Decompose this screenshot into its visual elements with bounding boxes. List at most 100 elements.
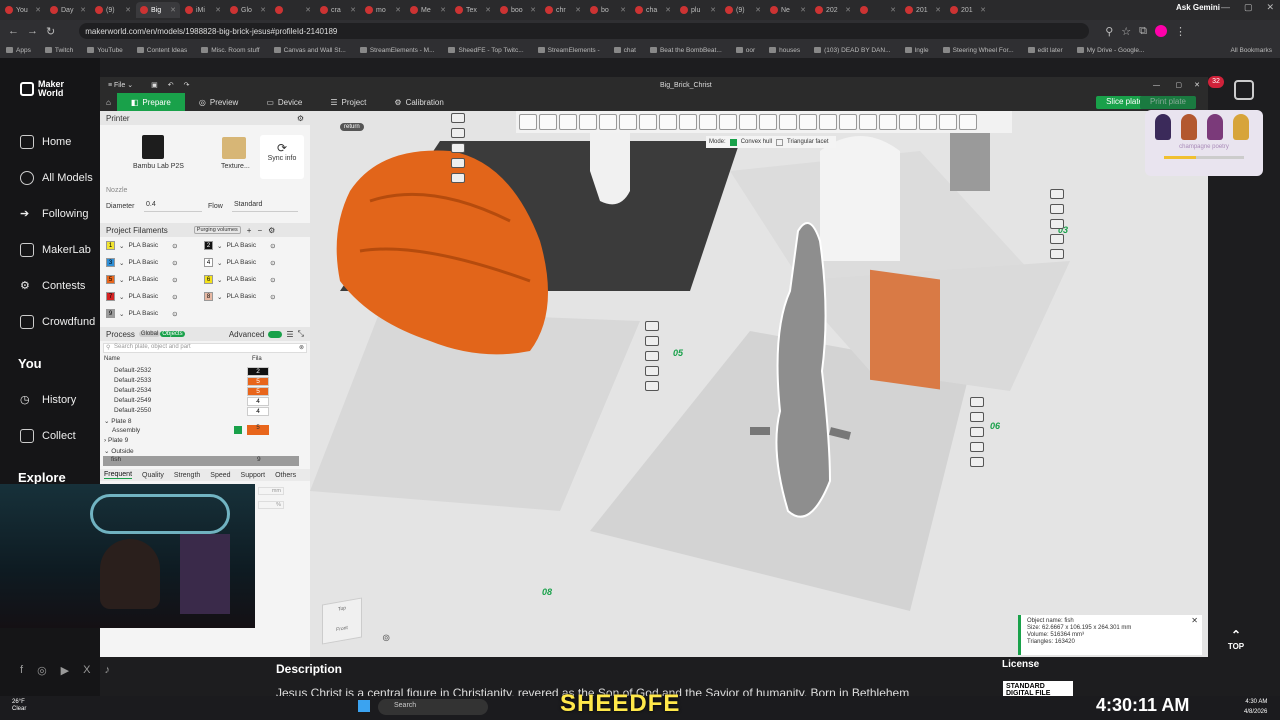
setting-field-mm[interactable]: mm: [258, 487, 284, 495]
filament-settings-icon[interactable]: ⊙: [172, 276, 177, 284]
back-to-top-button[interactable]: ⌃ TOP: [1222, 628, 1250, 656]
explode-icon[interactable]: [819, 114, 837, 130]
plate-action-icon[interactable]: [1050, 204, 1064, 214]
white-arch-object[interactable]: [820, 136, 900, 261]
plate-action-icon[interactable]: [970, 412, 984, 422]
tree-outside[interactable]: ⌄ Outside: [104, 447, 134, 455]
plate-action-icon[interactable]: [645, 351, 659, 361]
tab-device[interactable]: ▭ Device: [252, 93, 316, 111]
close-tab-icon[interactable]: ✕: [35, 6, 41, 14]
browser-tab[interactable]: Me ✕: [406, 2, 450, 18]
printer-image[interactable]: [142, 135, 164, 159]
browser-tab[interactable]: cra ✕: [316, 2, 360, 18]
tab-frequent[interactable]: Frequent: [104, 471, 133, 479]
close-tab-icon[interactable]: ✕: [485, 6, 491, 14]
browser-tab[interactable]: ✕: [856, 2, 900, 18]
bookmark-item[interactable]: My Drive - Google...: [1076, 47, 1144, 54]
browser-tab[interactable]: You ✕: [1, 2, 45, 18]
ruler-icon[interactable]: [939, 114, 957, 130]
weather-widget[interactable]: 26°F Clear: [12, 699, 26, 713]
tab-prepare[interactable]: ◧ Prepare: [116, 93, 185, 111]
close-tab-icon[interactable]: ✕: [980, 6, 986, 14]
filament-item[interactable]: 8 ⌄ PLA Basic ⊙: [204, 292, 276, 301]
object-row[interactable]: Default-2532 2: [114, 367, 294, 377]
assembly-icon[interactable]: [779, 114, 797, 130]
plate-action-icon[interactable]: [645, 366, 659, 376]
bookmark-item[interactable]: Twitch: [44, 47, 73, 54]
object-fila-swatch[interactable]: 5: [247, 387, 269, 396]
taskbar-search[interactable]: Search: [378, 699, 488, 715]
text-icon[interactable]: [759, 114, 777, 130]
object-fila-swatch[interactable]: 5: [247, 377, 269, 386]
filament-item[interactable]: 6 ⌄ PLA Basic ⊙: [204, 275, 276, 284]
filament-item[interactable]: 4 ⌄ PLA Basic ⊙: [204, 258, 276, 267]
add-icon[interactable]: +: [247, 226, 252, 235]
fuzzy-skin-icon[interactable]: [859, 114, 877, 130]
tree-plate8[interactable]: ⌄ Plate 8: [104, 417, 132, 425]
browser-tab[interactable]: chr ✕: [541, 2, 585, 18]
filament-swatch[interactable]: 6: [204, 275, 213, 284]
filament-settings-icon[interactable]: ⊙: [270, 293, 275, 301]
bookmark-item[interactable]: (103) DEAD BY DAN...: [814, 47, 891, 54]
mesh-boolean-icon[interactable]: [899, 114, 917, 130]
list-icon[interactable]: ☰: [286, 330, 293, 339]
tab-calibration[interactable]: ⚙ Calibration: [380, 93, 457, 111]
bookmark-item[interactable]: Ingle: [904, 47, 929, 54]
tab-project[interactable]: ☰ Project: [316, 93, 380, 111]
facebook-icon[interactable]: f: [20, 664, 23, 677]
bookmark-item[interactable]: Beat the BombBeat...: [649, 47, 722, 54]
browser-tab[interactable]: (9) ✕: [721, 2, 765, 18]
object-row[interactable]: Default-2550 4: [114, 407, 294, 417]
setting-field-pct[interactable]: %: [258, 501, 284, 509]
close-tab-icon[interactable]: ✕: [800, 6, 806, 14]
object-row[interactable]: Default-2549 4: [114, 397, 294, 407]
plate-action-icon[interactable]: [451, 158, 465, 168]
url-input[interactable]: makerworld.com/en/models/1988828-big-bri…: [79, 23, 1090, 39]
browser-tab[interactable]: Big ✕: [136, 2, 180, 18]
bookmark-item[interactable]: SheedFE - Top Twitc...: [448, 47, 524, 54]
close-tab-icon[interactable]: ✕: [665, 6, 671, 14]
minimize-icon[interactable]: —: [1221, 2, 1230, 13]
filament-settings-icon[interactable]: ⊙: [172, 310, 177, 318]
browser-tab[interactable]: Tex ✕: [451, 2, 495, 18]
move-icon[interactable]: [619, 114, 637, 130]
tab-preview[interactable]: ◎ Preview: [185, 93, 252, 111]
bookmark-item[interactable]: YouTube: [87, 47, 123, 54]
plate-action-icon[interactable]: [451, 143, 465, 153]
object-row[interactable]: Default-2533 5: [114, 377, 294, 387]
emboss-icon[interactable]: [919, 114, 937, 130]
brim-ears-icon[interactable]: [879, 114, 897, 130]
browser-tab[interactable]: Glo ✕: [226, 2, 270, 18]
plate-action-icon[interactable]: [970, 397, 984, 407]
close-tab-icon[interactable]: ✕: [620, 6, 626, 14]
browser-tab[interactable]: mo ✕: [361, 2, 405, 18]
remove-icon[interactable]: −: [257, 226, 262, 235]
nav-history[interactable]: ◷ History: [20, 393, 76, 407]
nav-makerlab[interactable]: MakerLab: [20, 243, 91, 257]
camera-icon[interactable]: ⊚: [382, 633, 390, 644]
purging-volumes-button[interactable]: Purging volumes: [193, 226, 241, 234]
nav-home[interactable]: Home: [20, 135, 71, 149]
object-fila-swatch[interactable]: 2: [247, 367, 269, 376]
cut-plane-icon[interactable]: [839, 114, 857, 130]
profile-icon[interactable]: [1155, 25, 1168, 37]
filament-swatch[interactable]: 1: [106, 241, 115, 250]
bookmark-item[interactable]: edit later: [1027, 47, 1063, 54]
browser-tab[interactable]: boo ✕: [496, 2, 540, 18]
forward-icon[interactable]: →: [27, 25, 38, 37]
plate-action-icon[interactable]: [1050, 189, 1064, 199]
close-tab-icon[interactable]: ✕: [350, 6, 356, 14]
printer-name[interactable]: Bambu Lab P2S: [133, 163, 184, 170]
brick-wall-object[interactable]: [870, 269, 940, 390]
settings-icon[interactable]: ⚙: [297, 114, 304, 123]
close-tab-icon[interactable]: ✕: [395, 6, 401, 14]
close-tab-icon[interactable]: ✕: [170, 6, 176, 14]
back-icon[interactable]: ←: [8, 25, 19, 37]
close-icon[interactable]: ✕: [1191, 617, 1198, 625]
tree-fish-selected[interactable]: fish 9: [103, 456, 299, 466]
close-tab-icon[interactable]: ✕: [125, 6, 131, 14]
close-icon[interactable]: ✕: [1266, 2, 1274, 13]
color-paint-icon[interactable]: [739, 114, 757, 130]
tab-support[interactable]: Support: [241, 472, 266, 479]
instagram-icon[interactable]: ◎: [37, 664, 47, 677]
